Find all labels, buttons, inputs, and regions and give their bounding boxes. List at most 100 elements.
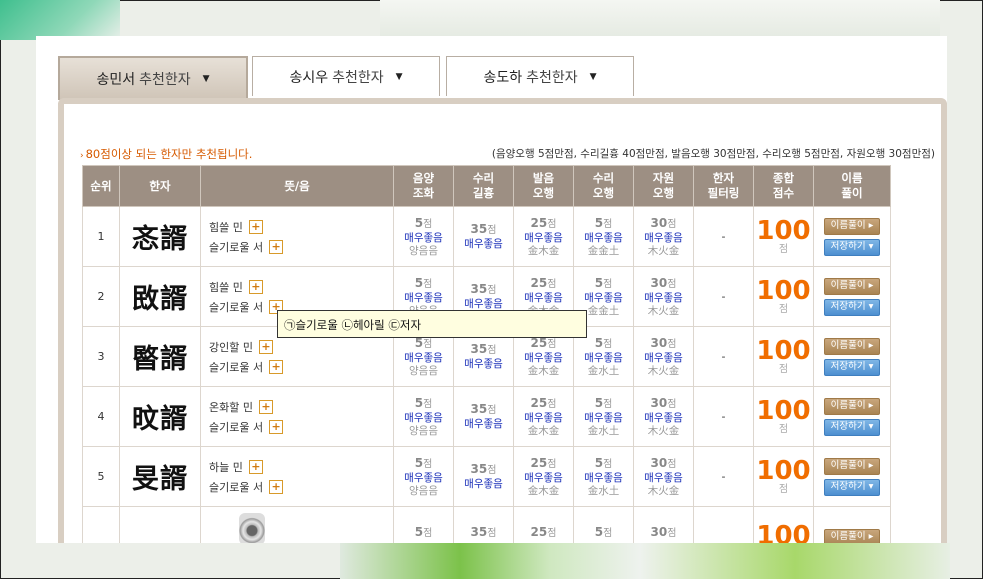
table-row: 5 旻諝 하늘 민 + 슬기로울 서 +5점 매우좋음 양음음 35점 매우좋음 25점 매우좋음 金木… xyxy=(82,446,891,507)
score-cell: 35점 xyxy=(453,506,514,543)
save-button[interactable]: 저장하기 ▾ xyxy=(824,238,880,256)
filter-cell: - xyxy=(693,446,754,507)
total-cell: 100 점 xyxy=(753,266,814,327)
plus-icon[interactable]: + xyxy=(269,359,284,374)
element-text: 양음음 xyxy=(409,484,438,497)
filter-cell: - xyxy=(693,266,754,327)
tab-label: 추천한자 xyxy=(332,69,384,86)
total-cell: 100 점 xyxy=(753,446,814,507)
element-text: 양음음 xyxy=(409,244,438,257)
hanja-chars: 旼諝 xyxy=(132,404,188,435)
irum-button[interactable]: 이름풀이 ▸ xyxy=(824,277,880,295)
grade-text: 매우좋음 xyxy=(584,471,623,484)
meaning-1: 하늘 민 xyxy=(209,460,243,474)
rank-cell xyxy=(82,506,120,543)
meaning-cell: 하늘 민 + 슬기로울 서 + xyxy=(200,446,394,507)
notice-threshold: › 80점이상 되는 한자만 추천됩니다. xyxy=(80,147,253,161)
tab-songsiu[interactable]: 송시우 추천한자 ▼ xyxy=(252,56,440,96)
irum-button[interactable]: 이름풀이 ▸ xyxy=(824,529,880,543)
grade-text: 매우좋음 xyxy=(644,351,683,364)
plus-icon[interactable]: + xyxy=(248,459,263,474)
meaning-1: 힘쓸 민 xyxy=(209,220,243,234)
meaning-cell: 온화할 민 + 슬기로울 서 + xyxy=(200,386,394,447)
hanja-chars: 旻諝 xyxy=(132,464,188,495)
score-cell: 25점 xyxy=(513,506,574,543)
irum-button[interactable]: 이름풀이 ▸ xyxy=(824,397,880,415)
element-text: 金木金 xyxy=(527,484,560,497)
plus-icon[interactable]: + xyxy=(258,339,273,354)
grade-text: 매우좋음 xyxy=(404,411,443,424)
background-decoration xyxy=(340,543,640,579)
score-cell: 5점매우좋음양음음 xyxy=(393,206,454,267)
element-text: 金木金 xyxy=(527,424,560,437)
plus-icon[interactable]: + xyxy=(248,279,263,294)
score-cell: 30점 매우좋음 木火金 xyxy=(633,386,694,447)
background-decoration xyxy=(0,0,120,40)
hanja-cell: 旼諝 xyxy=(119,386,201,447)
score-cell: 25점매우좋음金木金 xyxy=(513,386,574,447)
score-cell: 30점 매우좋음 木火金 xyxy=(633,326,694,387)
tab-label: 추천한자 xyxy=(139,72,191,88)
col-eumyang: 음양 조화 xyxy=(393,165,454,207)
plus-icon[interactable]: + xyxy=(248,219,263,234)
table-row: 1 忞諝 힘쓸 민 + 슬기로울 서 +5점 매우좋음 양음음 35점 매우좋음 25점 매우좋음 金木… xyxy=(82,206,891,267)
arrow-icon: › xyxy=(80,151,84,161)
background-decoration xyxy=(380,0,940,36)
save-button[interactable]: 저장하기 ▾ xyxy=(824,478,880,496)
filter-cell: - xyxy=(693,326,754,387)
save-button[interactable]: 저장하기 ▾ xyxy=(824,298,880,316)
table-header: 순위 한자 뜻/음 음양 조화 수리 길흉 발음 오행 수리 오행 자원 오행 한자 필터링… xyxy=(82,165,891,207)
col-meaning: 뜻/음 xyxy=(200,165,394,207)
grade-text: 매우좋음 xyxy=(404,471,443,484)
col-total: 종합 점수 xyxy=(753,165,814,207)
score-cell: 35점 매우좋음 xyxy=(453,386,514,447)
score-cell: 30점 매우좋음 木火金 xyxy=(633,206,694,267)
meaning-2: 슬기로울 서 xyxy=(209,300,264,314)
table-row: 5점 35점 25점 5점 30점 100 이름풀이 ▸ xyxy=(82,506,891,543)
col-bareum: 발음 오행 xyxy=(513,165,574,207)
hanja-cell xyxy=(119,506,201,543)
score-cell: 35점 매우좋음 xyxy=(453,446,514,507)
save-button[interactable]: 저장하기 ▾ xyxy=(824,418,880,436)
rank-cell: 5 xyxy=(82,446,120,507)
meaning-2: 슬기로울 서 xyxy=(209,420,264,434)
col-jawon: 자원 오행 xyxy=(633,165,694,207)
col-suri-ohaeng: 수리 오행 xyxy=(573,165,634,207)
element-text: 木火金 xyxy=(647,364,680,377)
hanja-chars: 忞諝 xyxy=(132,224,188,255)
plus-icon[interactable]: + xyxy=(269,239,284,254)
hanja-cell: 旻諝 xyxy=(119,446,201,507)
total-cell: 100 xyxy=(753,506,814,543)
irum-button[interactable]: 이름풀이 ▸ xyxy=(824,457,880,475)
grade-text: 매우좋음 xyxy=(404,351,443,364)
score-cell: 5점매우좋음양음음 xyxy=(393,446,454,507)
total-cell: 100 점 xyxy=(753,206,814,267)
score-cell: 30점 xyxy=(633,506,694,543)
score-cell: 25점매우좋음金木金 xyxy=(513,206,574,267)
caret-down-icon: ▼ xyxy=(395,71,403,82)
meaning-cell: 힘쓸 민 + 슬기로울 서 + xyxy=(200,206,394,267)
element-text: 金木金 xyxy=(527,244,560,257)
filter-cell xyxy=(693,506,754,543)
notice-scoring: (음양오행 5점만점, 수리길흉 40점만점, 발음오행 30점만점, 수리오행… xyxy=(491,148,935,160)
tab-label: 추천한자 xyxy=(526,69,578,86)
irum-button[interactable]: 이름풀이 ▸ xyxy=(824,337,880,355)
grade-text: 매우좋음 xyxy=(584,231,623,244)
meaning-1: 온화할 민 xyxy=(209,400,253,414)
plus-icon[interactable]: + xyxy=(269,419,284,434)
tab-songminseo[interactable]: 송민서 추천한자 ▼ xyxy=(58,56,248,100)
plus-icon[interactable]: + xyxy=(269,479,284,494)
plus-icon[interactable]: + xyxy=(258,399,273,414)
col-irum: 이름 풀이 xyxy=(813,165,891,207)
tab-songdoha[interactable]: 송도하 추천한자 ▼ xyxy=(446,56,634,96)
hanja-chars: 敃諝 xyxy=(132,284,188,315)
score-cell: 5점 매우좋음 金水土 xyxy=(573,446,634,507)
col-suri: 수리 길흉 xyxy=(453,165,514,207)
save-button[interactable]: 저장하기 ▾ xyxy=(824,358,880,376)
element-text: 金水土 xyxy=(587,364,620,377)
irum-button[interactable]: 이름풀이 ▸ xyxy=(824,217,880,235)
tab-name: 송도하 xyxy=(483,69,523,86)
meaning-2: 슬기로울 서 xyxy=(209,240,264,254)
grade-text: 매우좋음 xyxy=(464,418,503,430)
rank-cell: 2 xyxy=(82,266,120,327)
